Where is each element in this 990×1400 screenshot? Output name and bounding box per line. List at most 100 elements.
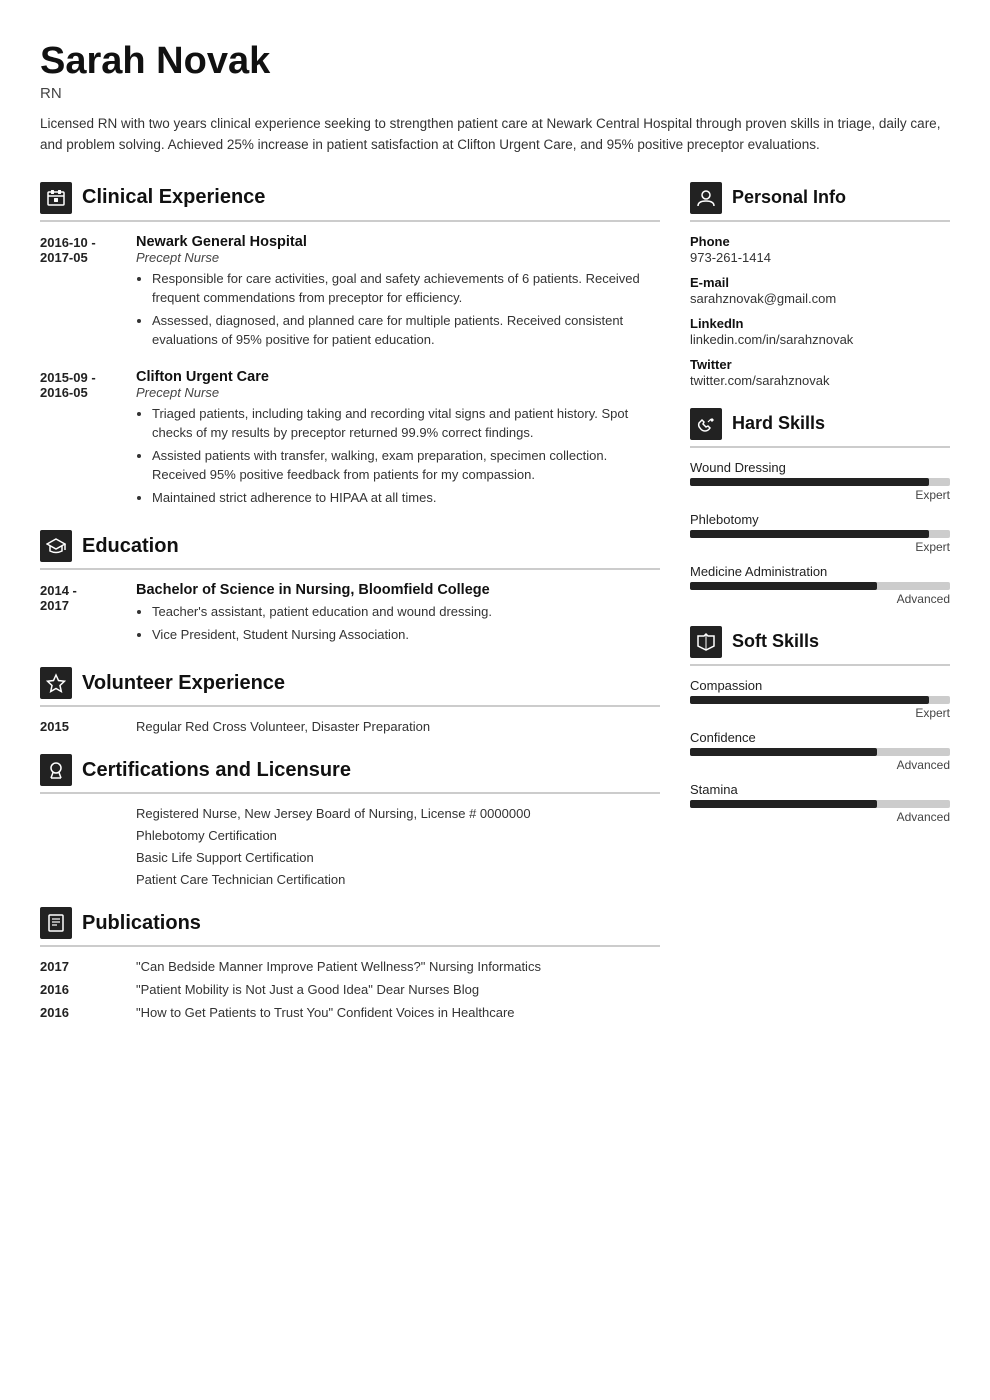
pub-date-2: 2016: [40, 982, 120, 997]
bullet-2-1: Triaged patients, including taking and r…: [152, 404, 660, 443]
linkedin-label: LinkedIn: [690, 316, 950, 331]
pub-text-2: "Patient Mobility is Not Just a Good Ide…: [136, 982, 660, 997]
pub-entry-3: 2016 "How to Get Patients to Trust You" …: [40, 1005, 660, 1020]
confidence-bar-bg: [690, 748, 950, 756]
email-label: E-mail: [690, 275, 950, 290]
stamina-name: Stamina: [690, 782, 950, 797]
cert-item-4: Patient Care Technician Certification: [136, 872, 660, 887]
twitter-value: twitter.com/sarahznovak: [690, 373, 950, 388]
confidence-bar-fill: [690, 748, 877, 756]
publications-title: Publications: [82, 912, 201, 935]
vol-text-1: Regular Red Cross Volunteer, Disaster Pr…: [136, 719, 660, 734]
confidence-name: Confidence: [690, 730, 950, 745]
medicine-name: Medicine Administration: [690, 564, 950, 579]
entry-content-2: Clifton Urgent Care Precept Nurse Triage…: [136, 369, 660, 511]
pub-date-3: 2016: [40, 1005, 120, 1020]
personal-info-fields: Phone 973-261-1414 E-mail sarahznovak@gm…: [690, 234, 950, 388]
compassion-bar-fill: [690, 696, 929, 704]
phone-label: Phone: [690, 234, 950, 249]
right-column: Personal Info Phone 973-261-1414 E-mail …: [690, 182, 950, 1041]
personal-info-title: Personal Info: [732, 187, 846, 208]
soft-skills-section: Soft Skills Compassion Expert Confidence: [690, 626, 950, 824]
summary: Licensed RN with two years clinical expe…: [40, 114, 950, 156]
education-icon: [40, 530, 72, 562]
vol-date-1: 2015: [40, 719, 120, 734]
volunteer-icon: [40, 667, 72, 699]
name: Sarah Novak: [40, 40, 950, 83]
soft-skills-title: Soft Skills: [732, 631, 819, 652]
cert-item-1: Registered Nurse, New Jersey Board of Nu…: [136, 806, 660, 821]
bullet-1-2: Assessed, diagnosed, and planned care fo…: [152, 311, 660, 350]
volunteer-header: Volunteer Experience: [40, 667, 660, 707]
pub-entry-1: 2017 "Can Bedside Manner Improve Patient…: [40, 959, 660, 974]
volunteer-title: Volunteer Experience: [82, 672, 285, 695]
edu-company-1: Bachelor of Science in Nursing, Bloomfie…: [136, 582, 660, 598]
certifications-title: Certifications and Licensure: [82, 759, 351, 782]
phlebotomy-level: Expert: [690, 540, 950, 554]
pub-entry-2: 2016 "Patient Mobility is Not Just a Goo…: [40, 982, 660, 997]
soft-skill-compassion: Compassion Expert: [690, 678, 950, 720]
publications-header: Publications: [40, 907, 660, 947]
compassion-bar-bg: [690, 696, 950, 704]
company-2: Clifton Urgent Care: [136, 369, 660, 385]
twitter-label: Twitter: [690, 357, 950, 372]
clinical-experience-title: Clinical Experience: [82, 186, 265, 209]
soft-skill-confidence: Confidence Advanced: [690, 730, 950, 772]
medicine-level: Advanced: [690, 592, 950, 606]
cert-list: Registered Nurse, New Jersey Board of Nu…: [40, 806, 660, 887]
left-column: Clinical Experience 2016-10 -2017-05 New…: [40, 182, 660, 1041]
education-entry-1: 2014 -2017 Bachelor of Science in Nursin…: [40, 582, 660, 647]
clinical-entry-1: 2016-10 -2017-05 Newark General Hospital…: [40, 234, 660, 353]
edu-content-1: Bachelor of Science in Nursing, Bloomfie…: [136, 582, 660, 647]
medicine-bar-fill: [690, 582, 877, 590]
confidence-level: Advanced: [690, 758, 950, 772]
edu-bullet-1-2: Vice President, Student Nursing Associat…: [152, 625, 660, 645]
hard-skills-list: Wound Dressing Expert Phlebotomy Expert: [690, 460, 950, 606]
publications-icon: [40, 907, 72, 939]
edu-bullets-1: Teacher's assistant, patient education a…: [136, 602, 660, 644]
header: Sarah Novak RN Licensed RN with two year…: [40, 40, 950, 156]
volunteer-section: Volunteer Experience 2015 Regular Red Cr…: [40, 667, 660, 734]
bullet-2-3: Maintained strict adherence to HIPAA at …: [152, 488, 660, 508]
soft-skill-stamina: Stamina Advanced: [690, 782, 950, 824]
entry-content-1: Newark General Hospital Precept Nurse Re…: [136, 234, 660, 353]
clinical-icon: [40, 182, 72, 214]
soft-skills-icon: [690, 626, 722, 658]
phlebotomy-bar-bg: [690, 530, 950, 538]
certifications-header: Certifications and Licensure: [40, 754, 660, 794]
publications-section: Publications 2017 "Can Bedside Manner Im…: [40, 907, 660, 1020]
personal-info-header: Personal Info: [690, 182, 950, 222]
education-section: Education 2014 -2017 Bachelor of Science…: [40, 530, 660, 647]
linkedin-value: linkedin.com/in/sarahznovak: [690, 332, 950, 347]
hard-skills-header: Hard Skills: [690, 408, 950, 448]
personal-info-icon: [690, 182, 722, 214]
pub-text-1: "Can Bedside Manner Improve Patient Well…: [136, 959, 660, 974]
bullets-1: Responsible for care activities, goal an…: [136, 269, 660, 350]
hard-skill-phlebotomy: Phlebotomy Expert: [690, 512, 950, 554]
hard-skill-medicine: Medicine Administration Advanced: [690, 564, 950, 606]
phlebotomy-name: Phlebotomy: [690, 512, 950, 527]
entry-date-2: 2015-09 -2016-05: [40, 369, 120, 511]
company-1: Newark General Hospital: [136, 234, 660, 250]
stamina-bar-bg: [690, 800, 950, 808]
hard-skill-wound: Wound Dressing Expert: [690, 460, 950, 502]
education-title: Education: [82, 535, 179, 558]
compassion-name: Compassion: [690, 678, 950, 693]
wound-bar-fill: [690, 478, 929, 486]
bullet-1-1: Responsible for care activities, goal an…: [152, 269, 660, 308]
wound-name: Wound Dressing: [690, 460, 950, 475]
stamina-bar-fill: [690, 800, 877, 808]
edu-date-1: 2014 -2017: [40, 582, 120, 647]
wound-bar-bg: [690, 478, 950, 486]
role-1: Precept Nurse: [136, 250, 660, 265]
role-2: Precept Nurse: [136, 385, 660, 400]
wound-level: Expert: [690, 488, 950, 502]
hard-skills-section: Hard Skills Wound Dressing Expert Phlebo…: [690, 408, 950, 606]
resume-page: Sarah Novak RN Licensed RN with two year…: [0, 0, 990, 1400]
clinical-experience-header: Clinical Experience: [40, 182, 660, 222]
soft-skills-list: Compassion Expert Confidence Advanced: [690, 678, 950, 824]
pub-text-3: "How to Get Patients to Trust You" Confi…: [136, 1005, 660, 1020]
phone-value: 973-261-1414: [690, 250, 950, 265]
main-layout: Clinical Experience 2016-10 -2017-05 New…: [40, 182, 950, 1041]
bullets-2: Triaged patients, including taking and r…: [136, 404, 660, 508]
